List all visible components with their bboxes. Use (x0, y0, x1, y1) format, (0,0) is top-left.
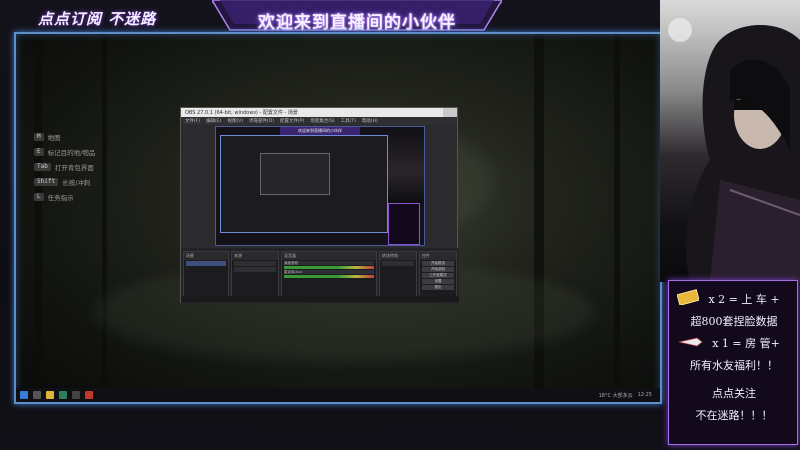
scenes-dock[interactable]: 场景 (183, 251, 229, 299)
transition-select[interactable] (382, 261, 414, 266)
window-controls[interactable] (443, 108, 457, 117)
hint-row: L 任务指示 (34, 190, 95, 204)
hint-row: M 地图 (34, 130, 95, 144)
hint-key: Tab (34, 163, 51, 171)
system-tray: 18°C 大部多云 12:25 (599, 392, 652, 399)
menu-edit[interactable]: 编辑(E) (206, 118, 221, 124)
reward-line-4: 所有水友福利！！ (690, 359, 778, 372)
character-portrait (660, 0, 800, 282)
search-icon[interactable] (33, 391, 41, 399)
obs-menu-bar: 文件(F) 编辑(E) 视图(V) 停靠部件(D) 配置文件(P) 场景集合(S… (181, 117, 457, 125)
obs-preview[interactable]: 欢迎来到直播间的小伙伴 (215, 126, 425, 246)
follow-line-2: 不在迷路！！！ (695, 409, 773, 422)
hint-row: Tab 打开背包界面 (34, 160, 95, 174)
subscribe-label: 点点订阅 不迷路 (38, 10, 157, 28)
settings-button[interactable]: 设置 (422, 279, 454, 284)
menu-scene-collection[interactable]: 场景集合(S) (310, 118, 334, 124)
start-recording-button[interactable]: 开始录制 (422, 267, 454, 272)
reward-line-3: x 1 = 房 管+ (712, 337, 780, 350)
mixer-track-label: 麦克风/Aux (284, 270, 374, 274)
hint-row: Shift 长按/冲刺 (34, 175, 95, 189)
reward-line-2: 超800套捏脸数据 (690, 315, 778, 328)
sources-dock[interactable]: 来源 (231, 251, 279, 299)
studio-mode-button[interactable]: 工作室模式 (422, 273, 454, 278)
folder-icon[interactable] (46, 391, 54, 399)
key-hints: M 地图 E 标记目的地/物品 Tab 打开背包界面 Shift 长按/冲刺 L… (34, 130, 95, 205)
obs-icon[interactable] (72, 391, 80, 399)
hint-row: E 标记目的地/物品 (34, 145, 95, 159)
menu-view[interactable]: 视图(V) (227, 118, 243, 124)
scenes-dock-title: 场景 (184, 252, 228, 260)
hint-label: 地图 (47, 134, 61, 142)
menu-docks[interactable]: 停靠部件(D) (249, 118, 274, 124)
hint-key: Shift (34, 178, 59, 186)
windows-start-icon[interactable] (20, 391, 28, 399)
browser-icon[interactable] (59, 391, 67, 399)
menu-profile[interactable]: 配置文件(P) (280, 118, 304, 124)
preview-banner-title: 欢迎来到直播间的小伙伴 (298, 128, 342, 133)
mixer-dock-title: 混音器 (282, 252, 376, 260)
exit-button[interactable]: 退出 (422, 285, 454, 290)
obs-docks: 场景 来源 混音器 桌面音频 麦克风/Aux 转场特效 控件 开始推流 开始录制… (181, 248, 459, 303)
controls-dock[interactable]: 控件 开始推流 开始录制 工作室模式 设置 退出 (419, 251, 457, 299)
hint-label: 长按/冲刺 (62, 179, 91, 187)
weather-text[interactable]: 18°C 大部多云 (599, 392, 633, 399)
hint-key: M (34, 133, 44, 141)
follow-line-1: 点点关注 (712, 387, 756, 400)
menu-file[interactable]: 文件(F) (185, 118, 200, 124)
scene-item[interactable] (186, 261, 226, 266)
taskbar: 18°C 大部多云 12:25 (16, 388, 660, 402)
portrait-art (668, 18, 800, 282)
mixer-dock[interactable]: 混音器 桌面音频 麦克风/Aux (281, 251, 377, 299)
info-card: x 2 = 上 车 + 超800套捏脸数据 x 1 = 房 管+ 所有水友福利！… (668, 280, 798, 445)
reward-line-1: x 2 = 上 车 + (708, 293, 780, 306)
obs-status-bar (181, 296, 459, 302)
volume-meter (284, 275, 374, 278)
menu-tools[interactable]: 工具(T) (341, 118, 356, 124)
obs-title: OBS 27.0.1 (64-bit, windows) - 配置文件 - 场景 (185, 110, 298, 116)
hint-key: L (34, 193, 44, 201)
hint-label: 任务指示 (47, 194, 74, 202)
mixer-track-label: 桌面音频 (284, 261, 374, 265)
start-streaming-button[interactable]: 开始推流 (422, 261, 454, 266)
hint-label: 标记目的地/物品 (47, 149, 96, 157)
transitions-dock[interactable]: 转场特效 (379, 251, 417, 299)
menu-help[interactable]: 帮助(H) (362, 118, 378, 124)
banner-title: 欢迎来到直播间的小伙伴 (258, 13, 456, 33)
preview-nested-window (260, 153, 330, 195)
controls-dock-title: 控件 (420, 252, 456, 260)
hint-key: E (34, 148, 44, 156)
clock[interactable]: 12:25 (638, 392, 652, 398)
preview-portrait (388, 135, 424, 203)
app-icon[interactable] (85, 391, 93, 399)
hint-label: 打开背包界面 (54, 164, 94, 172)
obs-title-bar[interactable]: OBS 27.0.1 (64-bit, windows) - 配置文件 - 场景 (181, 108, 457, 117)
obs-window[interactable]: OBS 27.0.1 (64-bit, windows) - 配置文件 - 场景… (180, 107, 459, 303)
transitions-dock-title: 转场特效 (380, 252, 416, 260)
volume-meter (284, 266, 374, 269)
source-item[interactable] (234, 267, 276, 272)
sources-dock-title: 来源 (232, 252, 278, 260)
preview-info-card (388, 203, 420, 245)
source-item[interactable] (234, 261, 276, 266)
